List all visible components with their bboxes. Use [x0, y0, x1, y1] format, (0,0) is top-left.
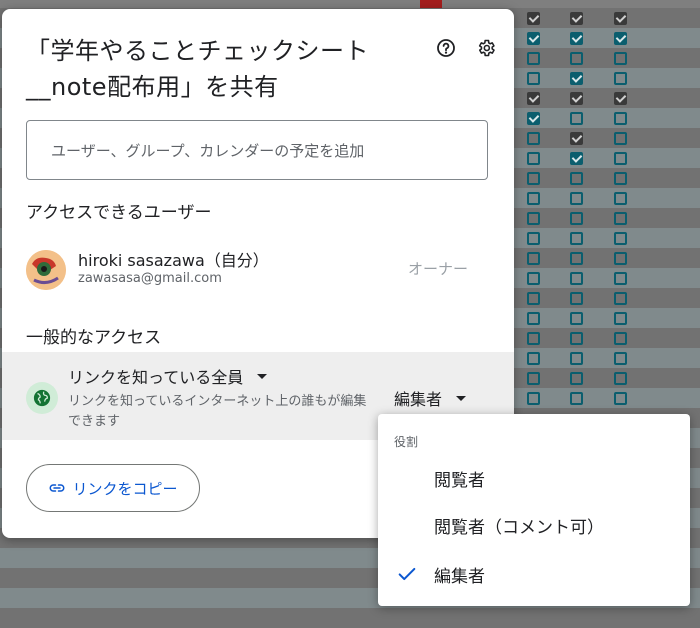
- globe-icon: [26, 382, 58, 414]
- sheet-checkbox: [614, 12, 627, 25]
- sheet-checkbox: [527, 352, 540, 365]
- add-people-placeholder: ユーザー、グループ、カレンダーの予定を追加: [51, 141, 365, 160]
- sheet-checkbox: [570, 272, 583, 285]
- sheet-checkbox: [527, 312, 540, 325]
- sheet-checkbox: [570, 32, 583, 45]
- sheet-checkbox: [527, 372, 540, 385]
- sheet-checkbox: [570, 12, 583, 25]
- sheet-checkbox: [614, 272, 627, 285]
- general-access-description: リンクを知っているインターネット上の誰もが編集できます: [68, 394, 367, 429]
- sheet-checkbox: [614, 112, 627, 125]
- sheet-checkbox: [527, 52, 540, 65]
- sheet-checkbox: [527, 232, 540, 245]
- sheet-checkbox: [570, 312, 583, 325]
- sheet-checkbox: [614, 372, 627, 385]
- sheet-checkbox: [570, 392, 583, 405]
- sheet-checkbox: [527, 292, 540, 305]
- role-option-label: 編集者: [434, 566, 485, 587]
- user-name: hiroki sasazawa（自分）: [78, 251, 269, 270]
- role-option-commenter[interactable]: 閲覧者（コメント可）: [378, 501, 690, 549]
- sheet-checkbox: [570, 112, 583, 125]
- sheet-checkbox: [614, 132, 627, 145]
- sheet-checkbox: [570, 132, 583, 145]
- sheet-checkbox: [614, 252, 627, 265]
- sheet-checkbox: [570, 332, 583, 345]
- sheet-checkbox: [614, 172, 627, 185]
- general-role-value: 編集者: [394, 390, 443, 409]
- role-option-label: 閲覧者: [434, 470, 485, 491]
- general-role-dropdown[interactable]: 編集者: [394, 386, 467, 410]
- sheet-checkbox: [570, 92, 583, 105]
- role-menu: 役割 閲覧者 閲覧者（コメント可） 編集者: [378, 414, 690, 606]
- general-access-heading: 一般的なアクセス: [26, 328, 162, 348]
- settings-icon[interactable]: [474, 36, 498, 60]
- sheet-checkbox: [614, 92, 627, 105]
- sheet-checkbox: [570, 352, 583, 365]
- sheet-checkbox: [570, 372, 583, 385]
- dropdown-arrow-icon: [456, 395, 467, 401]
- add-people-input[interactable]: ユーザー、グループ、カレンダーの予定を追加: [26, 120, 488, 180]
- sheet-checkbox: [527, 92, 540, 105]
- sheet-checkbox: [570, 172, 583, 185]
- sheet-checkbox: [570, 72, 583, 85]
- header-cell-highlight: [420, 0, 442, 8]
- sheet-checkbox: [614, 292, 627, 305]
- sheet-checkbox: [570, 152, 583, 165]
- sheet-checkbox: [614, 52, 627, 65]
- sheet-checkbox: [614, 312, 627, 325]
- sheet-checkbox: [527, 212, 540, 225]
- sheet-row: [0, 608, 700, 628]
- sheet-checkbox: [614, 352, 627, 365]
- role-menu-heading: 役割: [394, 435, 419, 449]
- sheet-checkbox: [570, 212, 583, 225]
- dialog-title: 「学年やることチェックシート__note配布用」を共有: [26, 37, 369, 101]
- sheet-checkbox: [527, 392, 540, 405]
- sheet-checkbox: [527, 12, 540, 25]
- sheet-checkbox: [614, 32, 627, 45]
- role-option-editor[interactable]: 編集者: [378, 550, 690, 598]
- sheet-checkbox: [570, 232, 583, 245]
- sheet-checkbox: [527, 272, 540, 285]
- sheet-checkbox: [527, 72, 540, 85]
- checkmark-icon: [398, 567, 416, 581]
- sheet-checkbox: [614, 152, 627, 165]
- owner-role-label: オーナー: [408, 260, 469, 278]
- role-option-viewer[interactable]: 閲覧者: [378, 454, 690, 502]
- help-icon[interactable]: [434, 36, 458, 60]
- people-with-access-heading: アクセスできるユーザー: [26, 203, 212, 223]
- sheet-checkbox: [570, 192, 583, 205]
- user-email: zawasasa@gmail.com: [78, 271, 222, 286]
- general-access-dropdown[interactable]: リンクを知っている全員: [68, 364, 268, 388]
- sheet-checkbox: [614, 72, 627, 85]
- sheet-checkbox: [527, 112, 540, 125]
- link-icon: [50, 484, 65, 492]
- sheet-checkbox: [527, 252, 540, 265]
- sheet-checkbox: [527, 32, 540, 45]
- dropdown-arrow-icon: [257, 373, 268, 379]
- role-option-label: 閲覧者（コメント可）: [434, 517, 604, 538]
- avatar: [26, 250, 66, 290]
- sheet-checkbox: [570, 52, 583, 65]
- sheet-checkbox: [527, 152, 540, 165]
- sheet-checkbox: [614, 192, 627, 205]
- sheet-checkbox: [527, 192, 540, 205]
- sheet-checkbox: [614, 392, 627, 405]
- sheet-checkbox: [570, 292, 583, 305]
- general-access-scope: リンクを知っている全員: [68, 368, 244, 387]
- sheet-checkbox: [527, 332, 540, 345]
- copy-link-button[interactable]: リンクをコピー: [26, 464, 200, 512]
- sheet-checkbox: [527, 132, 540, 145]
- sheet-checkbox: [527, 172, 540, 185]
- sheet-checkbox: [614, 332, 627, 345]
- sheet-checkbox: [570, 252, 583, 265]
- copy-link-label: リンクをコピー: [72, 479, 178, 498]
- sheet-checkbox: [614, 212, 627, 225]
- sheet-checkbox: [614, 232, 627, 245]
